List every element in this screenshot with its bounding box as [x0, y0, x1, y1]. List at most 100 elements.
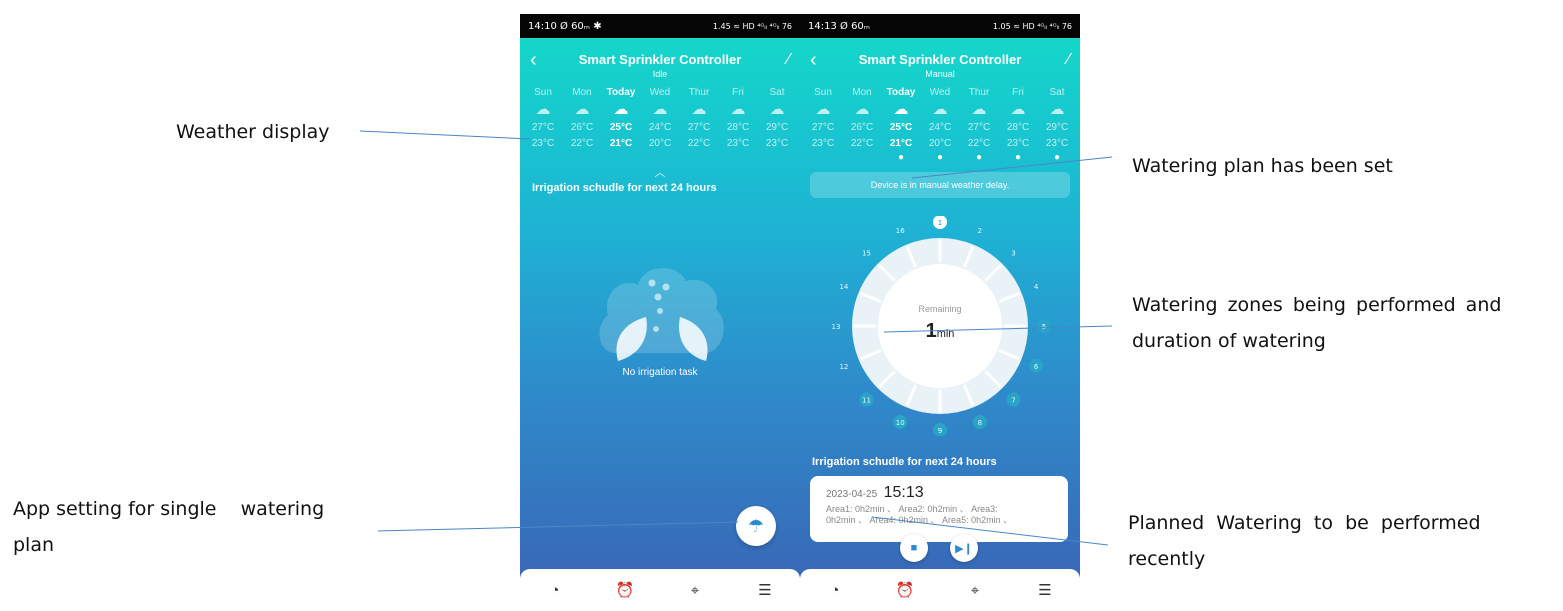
partly-cloudy-icon: ☁ [535, 101, 551, 118]
nav-alarm-icon[interactable]: ⏰ [892, 581, 918, 599]
back-icon[interactable]: ‹ [530, 50, 537, 70]
page-title: Smart Sprinkler Controller [858, 52, 1022, 67]
weather-low-temp: 23°C [811, 138, 835, 149]
remaining-value: 1 [925, 320, 937, 342]
weather-high-temp: 26°C [570, 122, 594, 133]
nav-alarm-icon[interactable]: ⏰ [612, 581, 638, 599]
zone-label[interactable]: 6 [1034, 363, 1039, 371]
weather-day-name: Fri [732, 87, 744, 98]
weather-day-name: Wed [649, 87, 671, 98]
weather-day: Sun ☁ 27°C 23°C [804, 86, 842, 152]
leader-weather [359, 130, 531, 140]
annotation-weather-display: Weather display [176, 121, 330, 143]
nav-schedule-icon[interactable]: ◔ [542, 582, 568, 599]
partly-cloudy-icon: ☁ [1049, 101, 1065, 118]
weather-low-temp: 21°C [609, 138, 633, 149]
single-watering-fab[interactable]: ☂ [736, 506, 776, 546]
annotation-zones: Watering zones being performed and durat… [1132, 287, 1501, 359]
partly-cloudy-icon: ☁ [730, 101, 746, 118]
status-icons: Ø 60ₘ [840, 20, 871, 32]
annotation-zones-line1: Watering zones being performed and [1132, 294, 1502, 316]
nav-log-icon[interactable]: ☰ [1032, 581, 1058, 599]
weather-day: Wed ☁ 24°C 20°C [921, 86, 959, 152]
partly-cloudy-icon: ☁ [769, 101, 785, 118]
nav-location-icon[interactable]: ⌖ [962, 582, 988, 599]
partly-cloudy-icon: ☁ [971, 101, 987, 118]
remaining-unit: min [936, 328, 955, 340]
zone-label[interactable]: 3 [1011, 249, 1015, 257]
watering-plan-drops: ● ● ● ● ● [800, 152, 1080, 166]
zone-label[interactable]: 10 [896, 419, 905, 427]
zone-label[interactable]: 9 [938, 427, 942, 435]
status-right: 1.05 ≈ HD ⁴ᴳₗₗ ⁴ᴳₗₗ 76 [992, 21, 1072, 31]
weather-low-temp: 20°C [928, 138, 952, 149]
schedule-section-title: Irrigation schudle for next 24 hours [532, 182, 717, 194]
phone-screen-manual: 14:13 Ø 60ₘ 1.05 ≈ HD ⁴ᴳₗₗ ⁴ᴳₗₗ 76 ‹ Sma… [800, 14, 1080, 611]
weather-day: Today ☁ 25°C 21°C [882, 86, 920, 152]
status-icons: Ø 60ₘ ✱ [560, 20, 602, 32]
schedule-section-title: Irrigation schudle for next 24 hours [812, 456, 997, 468]
plan-areas-line1: Area1: 0h2min 、 Area2: 0h2min 、 Area3: [826, 504, 998, 514]
zone-label[interactable]: 12 [839, 363, 848, 371]
skip-next-icon: ▶❙ [955, 542, 973, 555]
weather-day: Today ☁ 25°C 21°C [602, 86, 640, 152]
edit-icon[interactable]: ∕ [787, 50, 790, 70]
water-drop-icon: ● [1053, 152, 1061, 163]
weather-high-temp: 27°C [967, 122, 991, 133]
weather-low-temp: 22°C [850, 138, 874, 149]
weather-day-name: Sat [1049, 87, 1065, 98]
partly-cloudy-icon: ☁ [932, 101, 948, 118]
status-bar: 14:10 Ø 60ₘ ✱ 1.45 ≈ HD ⁴ᴳₗₗ ⁴ᴳₗₗ 76 [520, 14, 800, 38]
zone-label[interactable]: 1 [938, 219, 942, 227]
back-icon[interactable]: ‹ [810, 50, 817, 70]
stop-button[interactable]: ■ [900, 534, 928, 562]
app-header: ‹ Smart Sprinkler Controller Manual ∕ [800, 38, 1080, 86]
empty-state-illustration [599, 267, 724, 361]
weather-low-temp: 20°C [648, 138, 672, 149]
zone-label[interactable]: 11 [862, 397, 871, 405]
zone-label[interactable]: 7 [1011, 397, 1015, 405]
page-title: Smart Sprinkler Controller [578, 52, 742, 67]
status-bar: 14:13 Ø 60ₘ 1.05 ≈ HD ⁴ᴳₗₗ ⁴ᴳₗₗ 76 [800, 14, 1080, 38]
zone-label[interactable]: 15 [862, 249, 871, 257]
weather-day: Thur ☁ 27°C 22°C [960, 86, 998, 152]
weather-day: Mon ☁ 26°C 22°C [563, 86, 601, 152]
status-left: 14:13 Ø 60ₘ [808, 21, 870, 32]
zone-label[interactable]: 16 [896, 227, 905, 235]
weather-high-temp: 25°C [889, 122, 913, 133]
status-time: 14:13 [808, 20, 837, 32]
zone-label[interactable]: 4 [1034, 283, 1039, 291]
weather-high-temp: 28°C [1006, 122, 1030, 133]
edit-icon[interactable]: ∕ [1067, 50, 1070, 70]
weather-day: Fri ☁ 28°C 23°C [999, 86, 1037, 152]
weather-forecast: Sun ☁ 27°C 23°C Mon ☁ 26°C 22°C Today ☁ 25°C 21°C We… [520, 86, 800, 152]
drop-placeholder [804, 152, 842, 166]
nav-location-icon[interactable]: ⌖ [682, 582, 708, 599]
plan-time: 15:13 [883, 484, 924, 501]
water-drop-icon: ● [1014, 152, 1022, 163]
weather-day-name: Sun [814, 87, 832, 98]
zone-label[interactable]: 14 [839, 283, 848, 291]
weather-day-name: Thur [688, 87, 710, 98]
weather-high-temp: 27°C [687, 122, 711, 133]
partly-cloudy-icon: ☁ [893, 101, 909, 118]
weather-high-temp: 28°C [726, 122, 750, 133]
status-right: 1.45 ≈ HD ⁴ᴳₗₗ ⁴ᴳₗₗ 76 [712, 21, 792, 31]
weather-high-temp: 27°C [811, 122, 835, 133]
zone-label[interactable]: 2 [978, 227, 982, 235]
nav-log-icon[interactable]: ☰ [752, 581, 778, 599]
collapse-caret-icon[interactable]: ︿ [520, 168, 800, 179]
weather-low-temp: 22°C [967, 138, 991, 149]
weather-low-temp: 23°C [531, 138, 555, 149]
nav-schedule-icon[interactable]: ◔ [822, 582, 848, 599]
skip-next-button[interactable]: ▶❙ [950, 534, 978, 562]
bottom-nav: ◔ ⏰ ⌖ ☰ [800, 569, 1080, 611]
bottom-nav: ◔ ⏰ ⌖ ☰ [520, 569, 800, 611]
plan-card[interactable]: 2023-04-25 15:13 Area1: 0h2min 、 Area2: … [810, 476, 1068, 542]
zone-label[interactable]: 8 [978, 419, 982, 427]
watering-can-icon: ☂ [747, 515, 765, 536]
weather-day: Thur ☁ 27°C 22°C [680, 86, 718, 152]
partly-cloudy-icon: ☁ [691, 101, 707, 118]
weather-low-temp: 23°C [726, 138, 750, 149]
weather-day-name: Mon [852, 87, 872, 98]
